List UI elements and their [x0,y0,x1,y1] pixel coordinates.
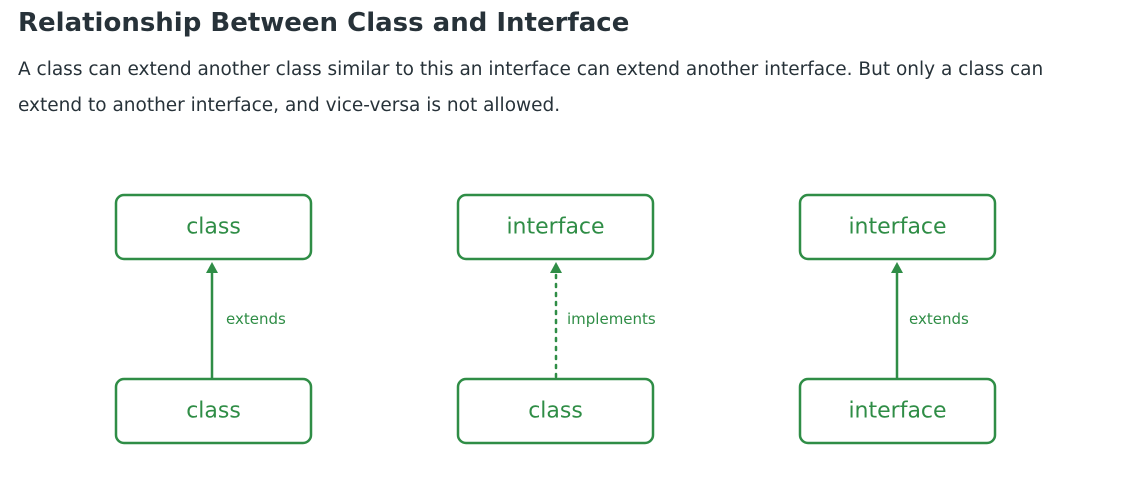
top-box-label: class [186,215,241,240]
arrow-head-icon [206,262,218,273]
top-box-label: interface [848,215,946,240]
arrow-head-icon [550,262,562,273]
diagram-interface-extends-interface: interface extends interface [798,193,997,445]
diagram-class-implements-interface: interface implements class [456,193,656,445]
bottom-box-label: interface [848,399,946,424]
relation-label: implements [567,310,656,328]
relation-label: extends [909,310,969,328]
bottom-box-label: class [528,399,583,424]
diagram-class-extends-class: class extends class [114,193,313,445]
relation-label: extends [226,310,286,328]
bottom-box-label: class [186,399,241,424]
top-box-label: interface [506,215,604,240]
arrow-head-icon [891,262,903,273]
relationship-diagram: class extends class interface implements… [114,193,997,445]
